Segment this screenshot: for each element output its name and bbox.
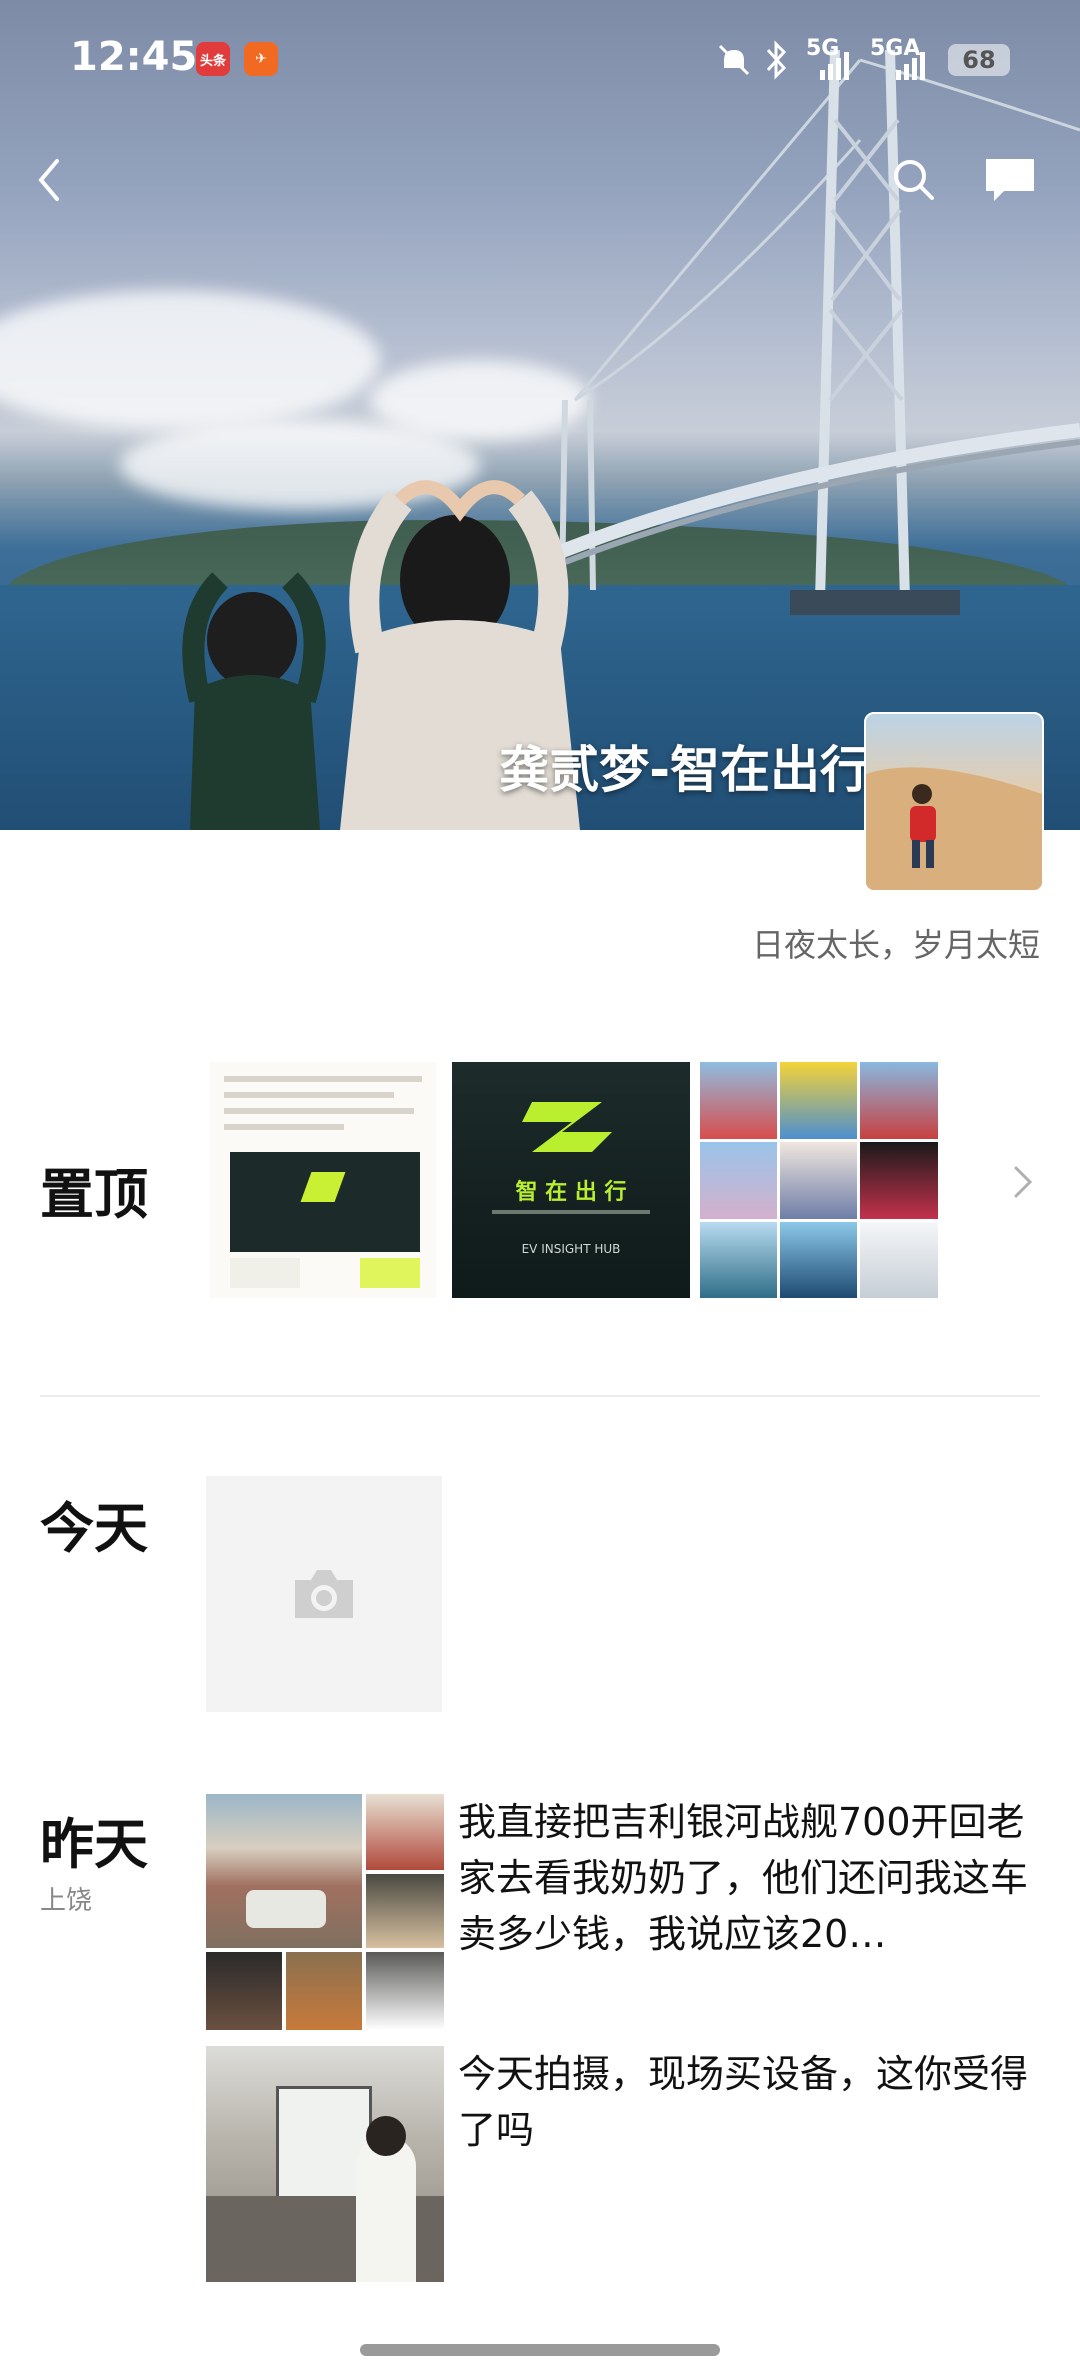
card-subtitle: EV INSIGHT HUB xyxy=(521,1242,621,1256)
pinned-label: 置顶 xyxy=(40,1163,148,1226)
zhizai-logo xyxy=(522,1102,612,1152)
pinned-post-thumb-2[interactable]: 智 在 出 行 EV INSIGHT HUB xyxy=(452,1062,690,1298)
back-button[interactable] xyxy=(18,150,78,210)
messages-button[interactable] xyxy=(980,150,1040,210)
mute-bell-icon xyxy=(718,44,750,76)
yesterday-label: 昨天 xyxy=(40,1813,148,1876)
chevron-right-icon[interactable] xyxy=(1008,1162,1038,1202)
today-label: 今天 xyxy=(40,1497,148,1560)
post-text[interactable]: 我直接把吉利银河战舰700开回老家去看我奶奶了，他们还问我这车卖多少钱，我说应该… xyxy=(458,1794,1038,1962)
post-thumb[interactable] xyxy=(206,2046,444,2282)
search-button[interactable] xyxy=(884,150,944,210)
message-icon xyxy=(986,159,1034,201)
location-label: 上饶 xyxy=(40,1886,93,1916)
profile-name: 龚贰梦-智在出行 xyxy=(499,741,870,799)
avatar[interactable] xyxy=(864,712,1044,892)
card-title: 智 在 出 行 xyxy=(515,1180,627,1205)
battery-indicator: 68 xyxy=(948,44,1010,76)
pinned-post-thumb-1[interactable] xyxy=(210,1062,436,1298)
cover-photo[interactable] xyxy=(0,0,1080,830)
add-post-button[interactable] xyxy=(206,1476,442,1712)
post-text[interactable]: 今天拍摄，现场买设备，这你受得了吗 xyxy=(458,2046,1038,2158)
status-time: 12:45 xyxy=(70,34,198,80)
section-divider xyxy=(40,1395,1040,1397)
signal-icon xyxy=(820,52,849,80)
profile-signature: 日夜太长，岁月太短 xyxy=(751,926,1040,964)
camera-icon xyxy=(295,1570,353,1618)
post-thumb-grid[interactable] xyxy=(206,1794,444,2030)
signal-icon xyxy=(896,52,925,80)
send-app-icon: ✈ xyxy=(244,42,278,76)
home-indicator[interactable] xyxy=(360,2344,720,2356)
status-bar: 12:45 头条 ✈ 5G 5GA 68 xyxy=(0,0,1080,120)
bluetooth-icon xyxy=(766,40,787,80)
avatar-photo xyxy=(866,767,1042,890)
search-icon xyxy=(894,160,934,200)
people-illustration xyxy=(182,480,580,830)
chevron-left-icon xyxy=(38,159,59,201)
pinned-post-thumb-3[interactable] xyxy=(700,1062,938,1298)
toutiao-app-icon: 头条 xyxy=(196,42,230,76)
